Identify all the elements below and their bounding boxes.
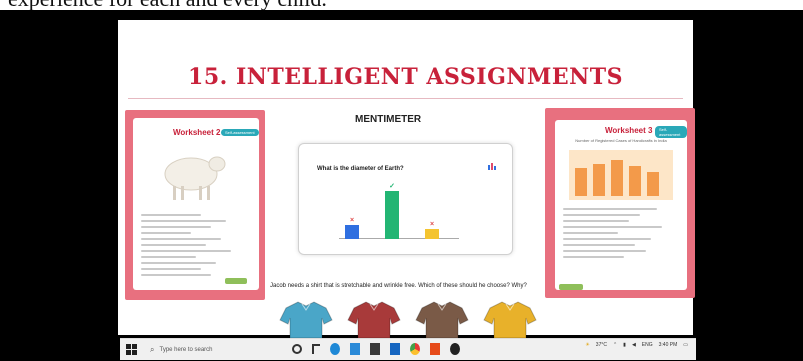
worksheet-tag: Self-assessment (221, 129, 259, 136)
store-icon[interactable] (370, 343, 380, 355)
mentimeter-logo-icon (488, 163, 496, 170)
menti-bar-mark: × (349, 217, 355, 224)
menti-bar (345, 225, 359, 239)
mail-icon[interactable] (390, 343, 400, 355)
cortana-icon[interactable] (292, 344, 302, 354)
worksheet-paper: Worksheet 3 Self-assessment Number of Re… (555, 120, 687, 290)
worksheet-title: Worksheet 2 (173, 128, 221, 137)
worksheet-tag: Self-assessment (655, 126, 687, 138)
lamb-image (164, 156, 226, 200)
worksheet-title: Worksheet 3 (605, 126, 653, 135)
worksheet-chart-heading: Number of Registered Cases of Handicraft… (575, 138, 667, 143)
chrome-icon[interactable] (350, 343, 360, 355)
network-icon[interactable]: ▮ (623, 342, 626, 348)
edge-icon[interactable] (330, 343, 340, 355)
worksheet-bar-chart (569, 150, 673, 200)
title-divider (128, 98, 683, 99)
clock-time: 3:40 PM (658, 342, 678, 348)
slide-question: Jacob needs a shirt that is stretchable … (270, 283, 527, 289)
menti-bar-mark: ✓ (389, 183, 395, 190)
worksheet-text-lines (141, 214, 241, 280)
shirt-options (270, 298, 570, 338)
shirt-option-icon (483, 301, 537, 338)
clock[interactable]: 3:40 PM (659, 342, 678, 348)
system-tray: ☀ 37°C ⌃ ▮ ◀ ENG 3:40 PM ▭ (585, 342, 688, 348)
shirt-option-icon (347, 301, 401, 338)
video-frame: experience for each and every child. 15.… (0, 0, 803, 361)
search-icon: ⌕ (150, 345, 155, 354)
mentimeter-card: What is the diameter of Earth? × ✓ × (298, 143, 513, 255)
google-chrome-icon[interactable] (410, 343, 420, 355)
notification-icon[interactable]: ▭ (683, 342, 688, 348)
slide-title: 15. INTELLIGENT ASSIGNMENTS (188, 64, 623, 90)
search-placeholder: Type here to search (159, 347, 213, 353)
menti-bar (425, 229, 439, 239)
mentimeter-chart: × ✓ × (339, 183, 459, 239)
worksheet-2-thumbnail: Worksheet 2 Self-assessment (125, 110, 265, 300)
windows-start-icon[interactable] (126, 344, 138, 356)
menti-bar (385, 191, 399, 239)
mentimeter-question: What is the diameter of Earth? (317, 166, 404, 172)
obs-icon[interactable] (450, 343, 460, 355)
shared-screen: 15. INTELLIGENT ASSIGNMENTS Worksheet 2 … (0, 10, 803, 361)
shirt-option-icon (415, 301, 469, 338)
worksheet-3-thumbnail: Worksheet 3 Self-assessment Number of Re… (545, 108, 695, 298)
worksheet-text-lines (563, 208, 673, 262)
worksheet-paper: Worksheet 2 Self-assessment (133, 118, 259, 290)
chevron-up-icon[interactable]: ⌃ (613, 342, 617, 348)
shirt-option-icon (279, 301, 333, 338)
language-icon[interactable]: ENG (642, 342, 653, 348)
taskbar-apps (292, 343, 460, 355)
office-icon[interactable] (430, 343, 440, 355)
temperature-text: 37°C (595, 342, 607, 348)
worksheet-footer (225, 278, 247, 284)
weather-icon[interactable]: ☀ (585, 342, 589, 348)
taskbar-search[interactable]: ⌕ Type here to search (150, 342, 290, 358)
windows-taskbar: ⌕ Type here to search ☀ 37°C ⌃ ▮ ◀ ENG 3… (120, 338, 696, 360)
menti-bar-mark: × (429, 221, 435, 228)
volume-icon[interactable]: ◀ (632, 342, 636, 348)
worksheet-footer (559, 284, 583, 290)
task-view-icon[interactable] (312, 344, 320, 354)
mentimeter-label: MENTIMETER (355, 114, 422, 125)
